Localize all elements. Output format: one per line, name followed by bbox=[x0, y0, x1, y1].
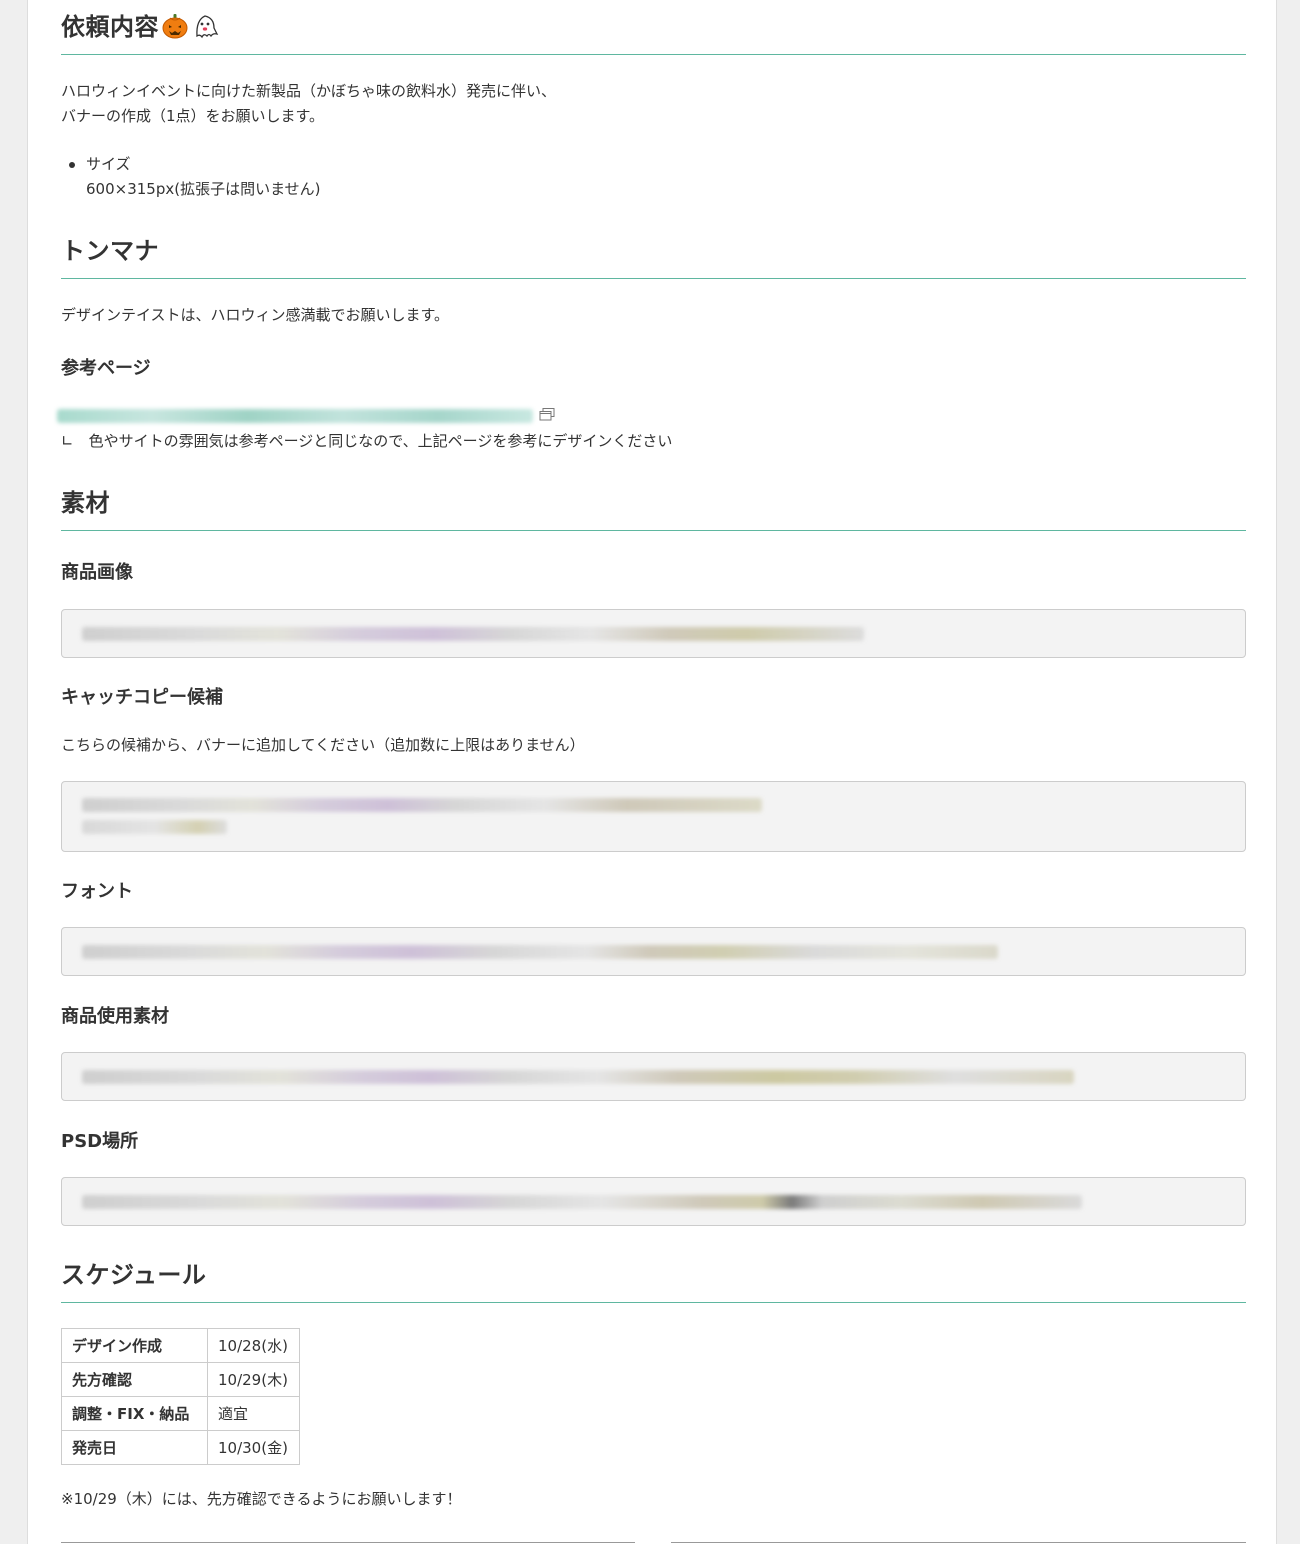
external-link-icon[interactable] bbox=[539, 408, 555, 421]
psd-location-path-box[interactable] bbox=[61, 1177, 1246, 1226]
heading-schedule-text: スケジュール bbox=[61, 1261, 207, 1289]
product-material-heading: 商品使用素材 bbox=[61, 1006, 169, 1027]
ghost-icon bbox=[196, 15, 219, 39]
schedule-value: 10/30(金) bbox=[207, 1430, 300, 1465]
table-row: 発売日 10/30(金) bbox=[61, 1430, 300, 1465]
request-bullet-list: サイズ 600×315px(拡張子は問いません) bbox=[61, 152, 320, 202]
pumpkin-icon bbox=[162, 14, 188, 39]
schedule-table: デザイン作成 10/28(水) 先方確認 10/29(木) 調整・FIX・納品 … bbox=[61, 1328, 300, 1465]
reference-page-heading: 参考ページ bbox=[61, 358, 151, 379]
schedule-label: 発売日 bbox=[61, 1430, 208, 1465]
psd-location-heading: PSD場所 bbox=[61, 1131, 139, 1152]
catch-copy-path-box[interactable] bbox=[61, 781, 1246, 852]
table-row: 調整・FIX・納品 適宜 bbox=[61, 1396, 300, 1431]
list-item: サイズ 600×315px(拡張子は問いません) bbox=[61, 152, 320, 202]
table-row: デザイン作成 10/28(水) bbox=[61, 1328, 300, 1363]
heading-tone-text: トンマナ bbox=[61, 237, 159, 265]
document-page: 依頼内容 ハロウィンイベントに向けた新製品（かぼちゃ味の飲料水）発売に伴い、 バ… bbox=[27, 0, 1277, 1544]
font-heading: フォント bbox=[61, 881, 133, 902]
bottom-divider-left bbox=[61, 1542, 635, 1543]
tone-body: デザインテイストは、ハロウィン感満載でお願いします。 bbox=[61, 306, 450, 324]
schedule-label: デザイン作成 bbox=[61, 1328, 208, 1363]
product-image-heading: 商品画像 bbox=[61, 562, 133, 583]
reference-link[interactable] bbox=[57, 409, 533, 423]
bottom-divider-right bbox=[671, 1542, 1246, 1543]
heading-materials: 素材 bbox=[61, 476, 1246, 531]
schedule-value: 適宜 bbox=[207, 1396, 300, 1431]
schedule-value: 10/28(水) bbox=[207, 1328, 300, 1363]
schedule-label: 先方確認 bbox=[61, 1362, 208, 1397]
bullet-dot bbox=[69, 162, 75, 168]
bullet-size-label: サイズ bbox=[86, 155, 131, 173]
product-image-path-box[interactable] bbox=[61, 609, 1246, 658]
heading-request-text: 依頼内容 bbox=[61, 13, 159, 41]
heading-materials-text: 素材 bbox=[61, 489, 110, 517]
catch-copy-note: こちらの候補から、バナーに追加してください（追加数に上限はありません） bbox=[61, 736, 585, 754]
schedule-note: ※10/29（木）には、先方確認できるようにお願いします！ bbox=[61, 1490, 462, 1508]
request-body-line2: バナーの作成（1点）をお願いします。 bbox=[61, 107, 325, 125]
schedule-value: 10/29(木) bbox=[207, 1362, 300, 1397]
request-body-line1: ハロウィンイベントに向けた新製品（かぼちゃ味の飲料水）発売に伴い、 bbox=[61, 82, 557, 100]
reference-note: ∟ 色やサイトの雰囲気は参考ページと同じなので、上記ページを参考にデザインくださ… bbox=[61, 432, 673, 450]
heading-schedule: スケジュール bbox=[61, 1248, 1246, 1303]
font-path-box[interactable] bbox=[61, 927, 1246, 976]
heading-tone: トンマナ bbox=[61, 224, 1246, 279]
table-row: 先方確認 10/29(木) bbox=[61, 1362, 300, 1397]
catch-copy-heading: キャッチコピー候補 bbox=[61, 687, 223, 708]
bullet-size-value: 600×315px(拡張子は問いません) bbox=[86, 180, 321, 198]
heading-request: 依頼内容 bbox=[61, 0, 1246, 55]
product-material-path-box[interactable] bbox=[61, 1052, 1246, 1101]
schedule-label: 調整・FIX・納品 bbox=[61, 1396, 208, 1431]
